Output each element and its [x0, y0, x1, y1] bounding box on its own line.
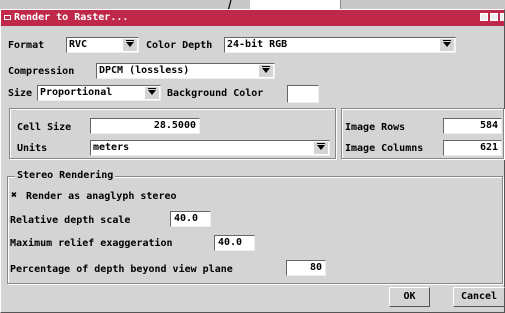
units-select[interactable]: meters	[90, 140, 330, 156]
image-columns-label: Image Columns	[345, 143, 424, 154]
image-rows-value: 584	[443, 118, 502, 134]
anaglyph-label[interactable]: Render as anaglyph stereo	[26, 191, 177, 202]
size-select[interactable]: Proportional	[37, 85, 161, 101]
format-value: RVC	[69, 39, 88, 50]
chevron-down-icon[interactable]	[145, 87, 159, 99]
relative-depth-label: Relative depth scale	[10, 215, 131, 226]
background-color-label: Background Color	[167, 88, 264, 99]
chevron-down-icon[interactable]	[314, 142, 328, 154]
ok-button[interactable]: OK	[389, 287, 430, 307]
size-label: Size	[8, 88, 33, 99]
color-depth-label: Color Depth	[146, 40, 213, 51]
units-label: Units	[17, 143, 48, 154]
chevron-down-icon[interactable]	[123, 39, 137, 51]
cell-size-label: Cell Size	[17, 122, 72, 133]
chevron-down-icon[interactable]	[259, 65, 273, 77]
cancel-button[interactable]: Cancel	[453, 287, 505, 307]
pct-depth-field[interactable]: 80	[286, 260, 326, 276]
size-value: Proportional	[40, 87, 113, 98]
anaglyph-checkbox[interactable]: ✖	[11, 190, 17, 201]
background-color-swatch[interactable]	[287, 85, 319, 103]
format-select[interactable]: RVC	[66, 37, 139, 53]
window-title: Render to Raster...	[14, 12, 129, 23]
units-value: meters	[93, 142, 130, 153]
image-rows-label: Image Rows	[345, 122, 406, 133]
maximize-icon[interactable]	[490, 13, 498, 21]
format-label: Format	[8, 40, 45, 51]
title-bar[interactable]: Render to Raster...	[1, 10, 504, 26]
color-depth-select[interactable]: 24-bit RGB	[224, 37, 456, 53]
stereo-group-title: Stereo Rendering	[15, 170, 116, 181]
close-icon[interactable]	[500, 13, 504, 21]
max-relief-label: Maximum relief exaggeration	[10, 238, 173, 249]
compression-label: Compression	[8, 66, 75, 77]
pct-depth-label: Percentage of depth beyond view plane	[10, 264, 233, 275]
image-columns-value: 621	[443, 140, 502, 156]
minimize-icon[interactable]	[480, 13, 488, 21]
window-menu-icon[interactable]	[4, 15, 11, 20]
cell-size-field[interactable]: 28.5000	[90, 118, 200, 134]
color-depth-value: 24-bit RGB	[227, 39, 288, 50]
relative-depth-field[interactable]: 40.0	[170, 211, 211, 227]
compression-value: DPCM (lossless)	[99, 65, 190, 76]
chevron-down-icon[interactable]	[440, 39, 454, 51]
compression-select[interactable]: DPCM (lossless)	[96, 63, 275, 79]
max-relief-field[interactable]: 40.0	[214, 235, 255, 251]
